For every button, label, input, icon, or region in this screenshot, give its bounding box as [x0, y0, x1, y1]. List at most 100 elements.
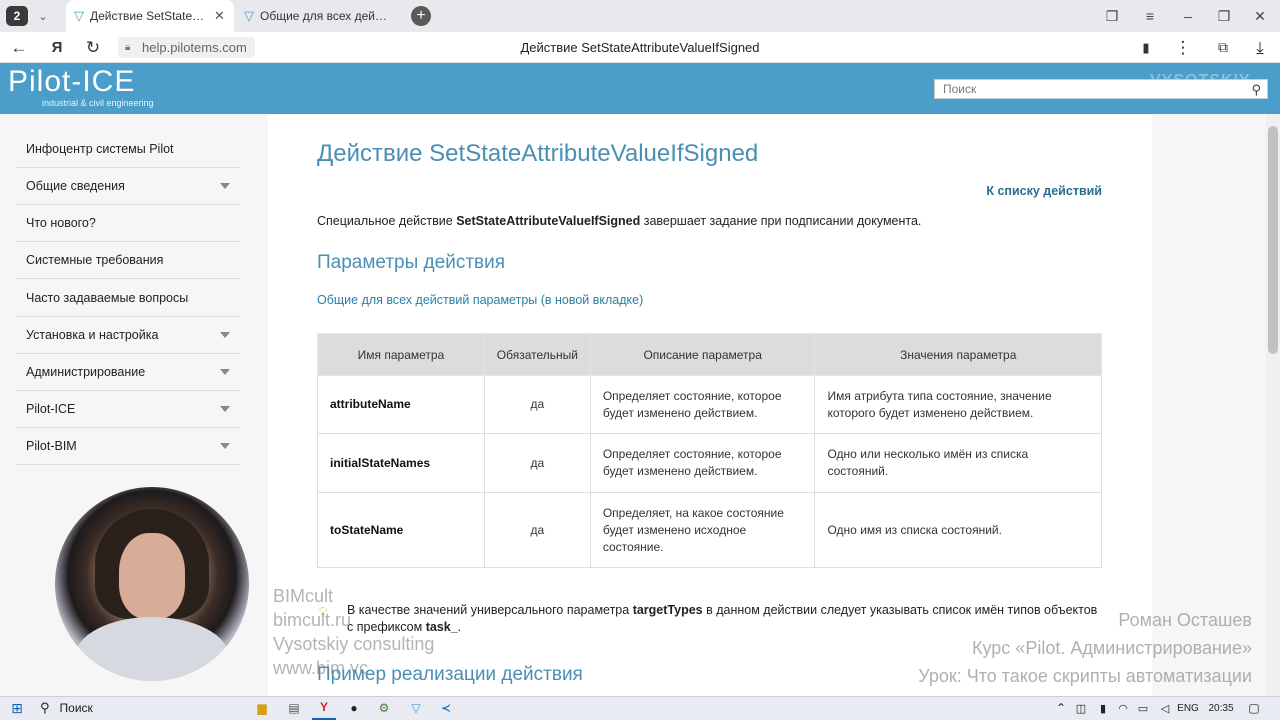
- caret-down-icon[interactable]: [220, 406, 230, 412]
- search-icon: ⚲: [40, 700, 50, 715]
- tab-count-badge[interactable]: 2: [6, 6, 28, 26]
- bookmark-icon[interactable]: ▮: [1131, 32, 1161, 63]
- tray-wifi-icon[interactable]: ◠: [1114, 696, 1132, 720]
- search-icon[interactable]: ⚲: [1251, 81, 1261, 99]
- sidebar-item-faq[interactable]: Часто задаваемые вопросы: [16, 280, 240, 317]
- table-header-row: Имя параметра Обязательный Описание пара…: [317, 333, 1102, 376]
- param-description: Определяет, на какое состояние будет изм…: [589, 492, 816, 568]
- search-placeholder: Поиск: [943, 82, 977, 96]
- tab-count: 2: [13, 9, 21, 23]
- credit-author: Роман Осташев: [1118, 610, 1252, 630]
- params-table: Имя параметра Обязательный Описание пара…: [317, 333, 1102, 568]
- col-header-values: Значения параметра: [814, 333, 1102, 376]
- pilot-app-icon[interactable]: ▽: [404, 696, 428, 720]
- sidebar-item-pilot-ice[interactable]: Pilot-ICE: [16, 391, 240, 428]
- intro-suffix: завершает задание при подписании докумен…: [640, 214, 922, 228]
- minimize-icon[interactable]: –: [1174, 0, 1202, 32]
- logo-text: Pilot-ICE: [8, 65, 136, 98]
- params-heading: Параметры действия: [317, 252, 506, 273]
- chevron-down-icon[interactable]: ⌄: [32, 6, 54, 26]
- tray-network-icon[interactable]: ◫: [1072, 696, 1090, 720]
- intro-text: Специальное действие SetStateAttributeVa…: [317, 214, 921, 228]
- note-param: targetTypes: [632, 603, 703, 617]
- taskbar-clock[interactable]: 20:35: [1204, 696, 1238, 720]
- sidebar-item-general[interactable]: Общие сведения: [16, 168, 240, 205]
- extensions-icon[interactable]: ⧉: [1208, 32, 1238, 63]
- download-icon[interactable]: ⤓: [1245, 32, 1275, 63]
- address-page-title[interactable]: Действие SetStateAttributeValueIfSigned: [380, 37, 900, 58]
- notepad-icon[interactable]: ▤: [282, 696, 306, 720]
- menu-icon[interactable]: ≡: [1136, 0, 1164, 32]
- taskbar-search-label: Поиск: [59, 701, 93, 715]
- param-required: да: [483, 433, 591, 493]
- tab-active[interactable]: ▽ Действие SetStateAttrib ✕: [66, 0, 234, 32]
- restore-icon[interactable]: ❐: [1210, 0, 1238, 32]
- caret-down-icon[interactable]: [220, 443, 230, 449]
- url-domain[interactable]: 🔒︎ help.pilotems.com: [118, 37, 255, 58]
- param-values: Одно имя из списка состояний.: [814, 492, 1102, 568]
- sidebar-item-admin[interactable]: Администрирование: [16, 354, 240, 391]
- sidebar-item-label: Часто задаваемые вопросы: [26, 291, 189, 305]
- caret-down-icon[interactable]: [220, 369, 230, 375]
- tray-volume-icon[interactable]: ◁: [1156, 696, 1174, 720]
- sidebar-item-label: Pilot-ICE: [26, 402, 76, 416]
- credit-lesson: Урок: Что такое скрипты автоматизации: [918, 666, 1252, 686]
- page-title: Действие SetStateAttributeValueIfSigned: [317, 140, 759, 167]
- param-name: initialStateNames: [317, 433, 485, 493]
- yandex-browser-icon[interactable]: Y: [312, 696, 336, 720]
- param-description: Определяет состояние, которое будет изме…: [589, 433, 816, 493]
- overlay-line: www.bim.vc: [273, 658, 369, 678]
- col-header-required: Обязательный: [483, 333, 591, 376]
- caret-down-icon[interactable]: [220, 332, 230, 338]
- logo-subtitle: industrial & civil engineering: [42, 98, 154, 108]
- sidebar-item-install[interactable]: Установка и настройка: [16, 317, 240, 354]
- file-explorer-icon[interactable]: ▆: [250, 696, 274, 720]
- site-logo[interactable]: Pilot-ICE industrial & civil engineering: [8, 66, 178, 112]
- sidebar-item-label: Инфоцентр системы Pilot: [26, 142, 174, 156]
- windows-start-icon[interactable]: ⊞: [4, 696, 30, 720]
- tray-chevron-up-icon[interactable]: ⌃: [1052, 696, 1070, 720]
- reload-icon[interactable]: ↻: [78, 32, 108, 63]
- sidebar-item-requirements[interactable]: Системные требования: [16, 242, 240, 279]
- tab-inactive[interactable]: ▽ Общие для всех действий: [236, 0, 404, 32]
- sidebar-item-label: Общие сведения: [26, 179, 125, 193]
- yandex-icon[interactable]: Я: [42, 32, 72, 63]
- taskbar-search[interactable]: ⚲ Поиск: [34, 696, 194, 720]
- search-input[interactable]: Поиск ⚲: [934, 79, 1268, 99]
- param-description: Определяет состояние, которое будет изме…: [589, 375, 816, 434]
- domain-text: help.pilotems.com: [142, 40, 247, 55]
- language-indicator[interactable]: ENG: [1174, 696, 1202, 720]
- tray-mic-icon[interactable]: ▮: [1094, 696, 1112, 720]
- overlay-brand-text: BIMcult bimcult.ru Vysotskiy consulting …: [273, 584, 434, 680]
- back-arrow-icon[interactable]: ←: [4, 32, 34, 63]
- caret-down-icon[interactable]: [220, 183, 230, 189]
- tray-battery-icon[interactable]: ▭: [1134, 696, 1152, 720]
- more-icon[interactable]: ⋮: [1168, 32, 1198, 63]
- credit-course: Курс «Pilot. Администрирование»: [972, 638, 1252, 658]
- pilot-favicon-icon: ▽: [244, 8, 254, 23]
- notifications-icon[interactable]: ▢: [1244, 696, 1264, 720]
- scrollbar-thumb[interactable]: [1268, 126, 1278, 354]
- table-row: attributeName да Определяет состояние, к…: [317, 375, 1102, 434]
- settings-app-icon[interactable]: ⚙: [372, 696, 396, 720]
- param-required: да: [483, 492, 591, 568]
- table-row: toStateName да Определяет, на какое сост…: [317, 492, 1102, 568]
- collections-icon[interactable]: ❐: [1098, 0, 1126, 32]
- sidebar-item-label: Установка и настройка: [26, 328, 159, 342]
- back-to-actions-link[interactable]: К списку действий: [900, 184, 1102, 198]
- course-credits: Роман Осташев Курс «Pilot. Администриров…: [918, 606, 1252, 690]
- sidebar-item-pilot-bim[interactable]: Pilot-BIM: [16, 428, 240, 465]
- obs-icon[interactable]: ●: [342, 696, 366, 720]
- close-tab-icon[interactable]: ✕: [214, 8, 225, 24]
- table-row: initialStateNames да Определяет состояни…: [317, 433, 1102, 493]
- sidebar-item-infocenter[interactable]: Инфоцентр системы Pilot: [16, 131, 240, 168]
- new-tab-button[interactable]: +: [411, 6, 431, 26]
- intro-action-name: SetStateAttributeValueIfSigned: [456, 214, 641, 228]
- col-header-description: Описание параметра: [589, 333, 816, 376]
- common-params-link[interactable]: Общие для всех действий параметры (в нов…: [317, 293, 643, 307]
- param-values: Имя атрибута типа состояние, значение ко…: [814, 375, 1102, 434]
- vscode-icon[interactable]: ≺: [434, 696, 458, 720]
- sidebar-item-whats-new[interactable]: Что нового?: [16, 205, 240, 242]
- close-window-icon[interactable]: ✕: [1246, 0, 1274, 32]
- note-end: .: [457, 620, 462, 634]
